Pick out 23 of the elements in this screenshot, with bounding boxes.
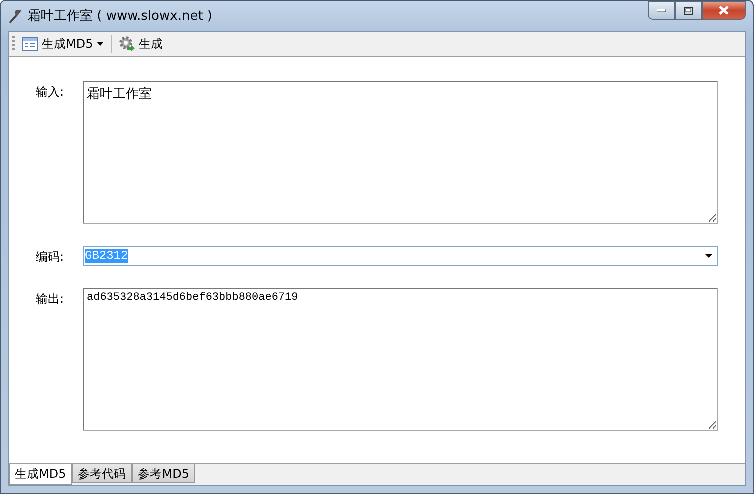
tab[interactable]: 参考代码 <box>72 464 132 483</box>
minimize-button[interactable] <box>648 1 675 20</box>
field-label: 输出: <box>36 291 66 308</box>
dropdown-arrow-icon <box>705 254 713 258</box>
maximize-button[interactable] <box>675 1 702 20</box>
form-icon <box>22 37 38 51</box>
field-label: 编码: <box>36 249 66 266</box>
maximize-icon <box>684 6 693 14</box>
output-field[interactable]: ad635328a3145d6bef63bbb880ae6719 <box>83 288 718 431</box>
input-field[interactable]: 霜叶工作室 <box>83 81 718 224</box>
field-label: 输入: <box>36 84 66 101</box>
window-title: 霜叶工作室 ( www.slowx.net ) <box>28 8 214 25</box>
tab[interactable]: 生成MD5 <box>9 464 72 485</box>
minimize-icon <box>657 9 666 12</box>
generate-button[interactable]: 生成 <box>116 34 166 54</box>
tab[interactable]: 参考MD5 <box>132 464 196 483</box>
close-button[interactable] <box>702 1 746 20</box>
hammer-icon <box>8 8 24 24</box>
close-icon <box>719 6 729 15</box>
caret-icon <box>97 42 104 46</box>
generate-md5-dropdown[interactable]: 生成MD5 <box>19 34 108 54</box>
encoding-value: GB2312 <box>85 249 128 263</box>
gear-icon <box>119 36 136 52</box>
